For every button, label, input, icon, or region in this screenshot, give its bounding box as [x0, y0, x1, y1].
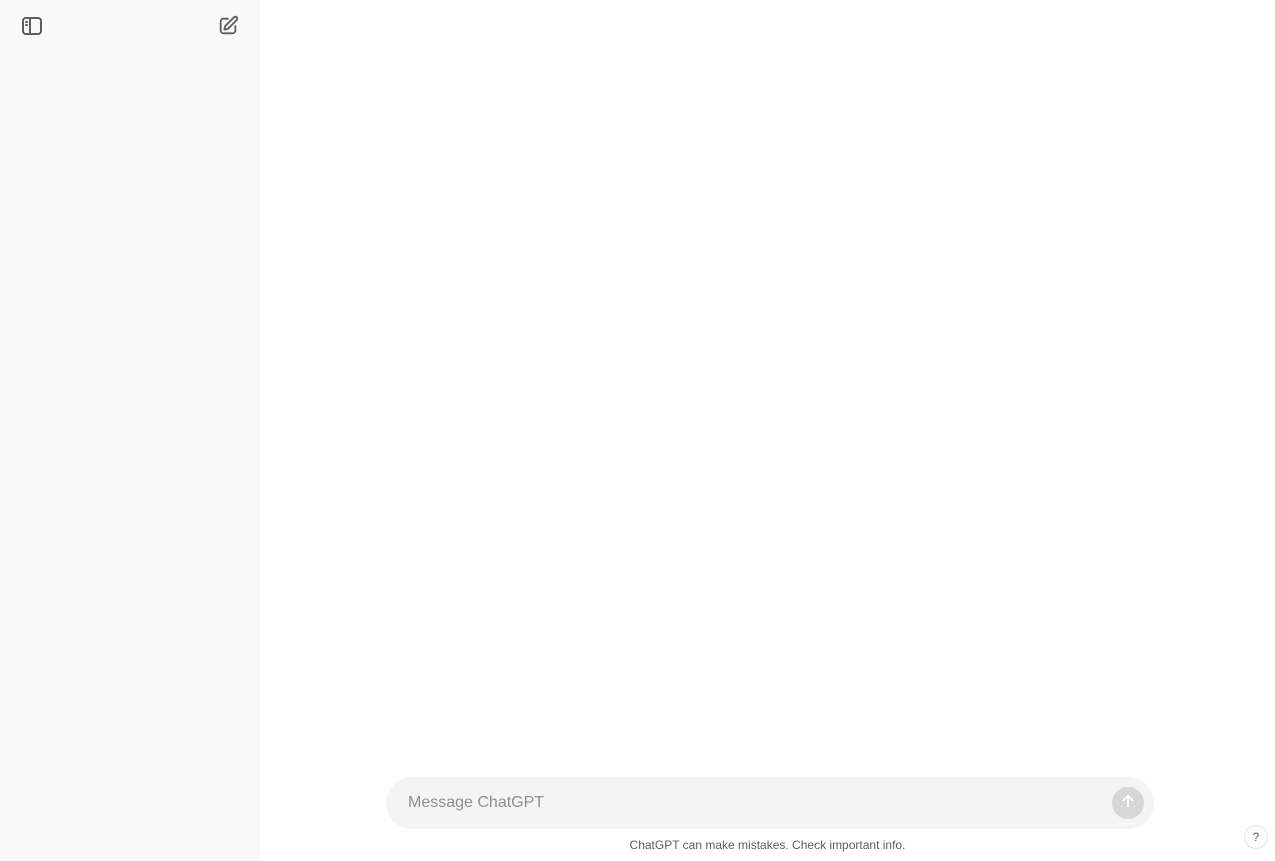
help-button[interactable]: ? — [1244, 825, 1268, 849]
new-chat-edit-icon — [217, 15, 239, 37]
main-chat-area: ChatGPT can make mistakes. Check importa… — [260, 0, 1275, 861]
arrow-up-icon — [1119, 792, 1137, 815]
send-button[interactable] — [1112, 787, 1144, 819]
new-chat-button[interactable] — [210, 8, 246, 44]
sidebar-toggle-icon — [20, 14, 44, 38]
message-input[interactable] — [408, 794, 1112, 812]
chat-app: ChatGPT can make mistakes. Check importa… — [0, 0, 1275, 861]
sidebar — [0, 0, 260, 861]
sidebar-toggle-button[interactable] — [14, 8, 50, 44]
help-question-icon: ? — [1252, 830, 1260, 844]
message-composer — [386, 777, 1154, 829]
disclaimer-text: ChatGPT can make mistakes. Check importa… — [629, 838, 906, 852]
